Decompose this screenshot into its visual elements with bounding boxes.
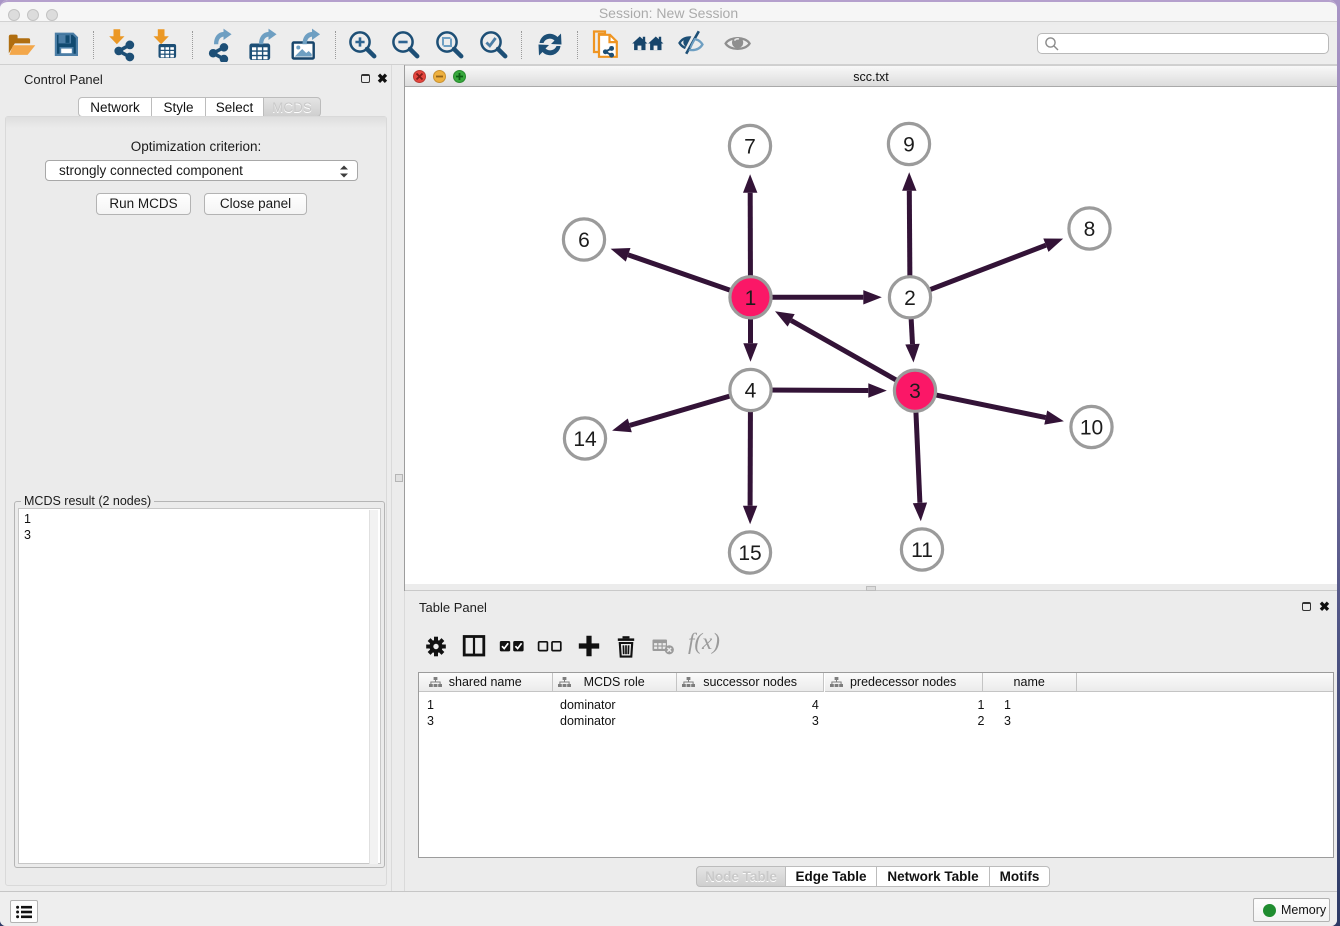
svg-text:11: 11 — [911, 539, 933, 562]
svg-text:10: 10 — [1080, 417, 1103, 440]
svg-text:3: 3 — [909, 380, 921, 403]
svg-text:15: 15 — [738, 542, 761, 565]
svg-text:7: 7 — [744, 136, 756, 159]
svg-text:4: 4 — [745, 380, 757, 403]
svg-text:8: 8 — [1084, 218, 1096, 241]
svg-text:9: 9 — [903, 134, 915, 157]
svg-text:14: 14 — [573, 428, 597, 451]
svg-text:1: 1 — [745, 287, 757, 310]
svg-text:2: 2 — [904, 287, 916, 310]
svg-text:6: 6 — [578, 229, 590, 252]
